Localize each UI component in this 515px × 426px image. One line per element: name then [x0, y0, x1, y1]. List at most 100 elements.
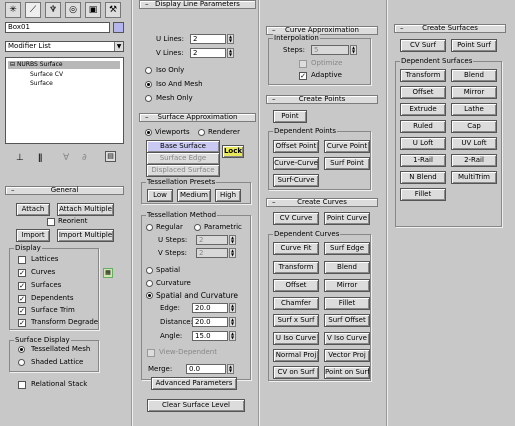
vector-proj-button[interactable]: Vector Proj [324, 349, 370, 362]
surf-edge-button[interactable]: Surf Edge [324, 242, 370, 255]
blend-curve-button[interactable]: Blend [324, 261, 370, 274]
lathe-button[interactable]: Lathe [451, 103, 497, 116]
cv-on-surf-button[interactable]: CV on Surf [273, 366, 319, 379]
attach-button[interactable]: Attach [16, 203, 50, 216]
angle-input[interactable]: 15.0 [192, 331, 228, 341]
viewports-radio[interactable] [145, 129, 152, 136]
u-lines-input[interactable]: 2 [190, 34, 226, 44]
remove-modifier-icon[interactable]: ∂ [82, 153, 87, 163]
configure-sets-icon[interactable]: ▤ [105, 151, 116, 162]
u-steps-input[interactable]: 2 [196, 235, 228, 245]
surface-approximation-header[interactable]: – Surface Approximation [139, 113, 256, 122]
2-rail-button[interactable]: 2-Rail [451, 154, 497, 167]
adaptive-checkbox[interactable]: ✓ [299, 72, 307, 80]
cap-button[interactable]: Cap [451, 120, 497, 133]
curvature-radio[interactable] [146, 280, 153, 287]
parametric-radio[interactable] [194, 224, 201, 231]
uv-loft-button[interactable]: UV Loft [451, 137, 497, 150]
transform-curve-button[interactable]: Transform [273, 261, 319, 274]
v-steps-input[interactable]: 2 [196, 248, 228, 258]
blend-surf-button[interactable]: Blend [451, 69, 497, 82]
n-blend-button[interactable]: N Blend [400, 171, 446, 184]
tessellated-mesh-radio[interactable] [18, 346, 25, 353]
curve-fit-button[interactable]: Curve Fit [273, 242, 319, 255]
preset-medium-button[interactable]: Medium [177, 189, 211, 202]
lattices-checkbox[interactable] [18, 256, 26, 264]
offset-curve-button[interactable]: Offset [273, 279, 319, 292]
offset-point-button[interactable]: Offset Point [273, 140, 319, 153]
curves-checkbox[interactable]: ✓ [18, 269, 26, 277]
reorient-checkbox[interactable] [47, 218, 55, 226]
curve-curve-button[interactable]: Curve-Curve [273, 157, 319, 170]
mesh-only-radio[interactable] [145, 95, 152, 102]
edge-spinner[interactable]: ▲ ▼ [229, 303, 236, 313]
display-line-params-header[interactable]: – Display Line Parameters [139, 0, 256, 9]
shaded-lattice-radio[interactable] [18, 359, 25, 366]
v-lines-spinner[interactable]: ▲ ▼ [227, 48, 234, 58]
display-tab-icon[interactable]: ▣ [85, 2, 101, 18]
surfaces-checkbox[interactable]: ✓ [18, 282, 26, 290]
transform-degrade-checkbox[interactable]: ✓ [18, 319, 26, 327]
dependents-checkbox[interactable]: ✓ [18, 295, 26, 303]
motion-tab-icon[interactable]: ◎ [65, 2, 81, 18]
stack-item-nurbs-surface[interactable]: ⊟ NURBS Surface [8, 61, 120, 69]
create-points-header[interactable]: – Create Points [266, 95, 378, 104]
create-surfaces-header[interactable]: – Create Surfaces [394, 24, 506, 33]
point-on-surf-button[interactable]: Point on Surf [324, 366, 370, 379]
hierarchy-tab-icon[interactable]: ♆ [45, 2, 61, 18]
create-curves-header[interactable]: – Create Curves [266, 198, 378, 207]
normal-proj-button[interactable]: Normal Proj [273, 349, 319, 362]
advanced-parameters-button[interactable]: Advanced Parameters [151, 377, 237, 390]
angle-spinner[interactable]: ▲ ▼ [229, 331, 236, 341]
general-rollout-header[interactable]: – General [5, 186, 124, 195]
v-lines-input[interactable]: 2 [190, 48, 226, 58]
object-name-field[interactable]: Box01 [5, 22, 110, 33]
ruled-button[interactable]: Ruled [400, 120, 446, 133]
v-iso-curve-button[interactable]: V Iso Curve [324, 332, 370, 345]
displaced-surface-button[interactable]: Displaced Surface [146, 164, 220, 177]
preset-high-button[interactable]: High [215, 189, 241, 202]
cv-surf-button[interactable]: CV Surf [400, 39, 446, 52]
spatial-radio[interactable] [146, 267, 153, 274]
merge-input[interactable]: 0.0 [186, 364, 226, 374]
lock-button[interactable]: Lock [222, 145, 244, 158]
curve-point-button[interactable]: Curve Point [324, 140, 370, 153]
cv-curve-button[interactable]: CV Curve [273, 212, 319, 225]
extrude-button[interactable]: Extrude [400, 103, 446, 116]
1-rail-button[interactable]: 1-Rail [400, 154, 446, 167]
steps-input[interactable]: 5 [311, 45, 349, 55]
mirror-curve-button[interactable]: Mirror [324, 279, 370, 292]
chevron-down-icon[interactable]: ▼ [114, 42, 123, 51]
surface-trim-checkbox[interactable]: ✓ [18, 307, 26, 315]
show-end-result-icon[interactable]: ǁ [38, 153, 42, 163]
offset-surf-button[interactable]: Offset [400, 86, 446, 99]
merge-spinner[interactable]: ▲ ▼ [227, 364, 234, 374]
point-curve-button[interactable]: Point Curve [324, 212, 370, 225]
spatial-and-curvature-radio[interactable] [146, 292, 153, 299]
stack-item-surface[interactable]: Surface [30, 80, 53, 88]
surf-offset-button[interactable]: Surf Offset [324, 314, 370, 327]
distance-spinner[interactable]: ▲ ▼ [229, 317, 236, 327]
renderer-radio[interactable] [198, 129, 205, 136]
regular-radio[interactable] [146, 224, 153, 231]
v-steps-spinner[interactable]: ▲ ▼ [229, 248, 236, 258]
distance-input[interactable]: 20.0 [192, 317, 228, 327]
make-unique-icon[interactable]: ∀ [63, 153, 69, 163]
fillet-surf-button[interactable]: Fillet [400, 188, 446, 201]
surf-x-surf-button[interactable]: Surf x Surf [273, 314, 319, 327]
point-surf-button[interactable]: Point Surf [451, 39, 497, 52]
u-lines-spinner[interactable]: ▲ ▼ [227, 34, 234, 44]
steps-spinner[interactable]: ▲ ▼ [350, 45, 357, 55]
utilities-tab-icon[interactable]: ⚒ [105, 2, 121, 18]
nurbs-creation-toolbox-icon[interactable]: ▦ [103, 268, 113, 278]
chamfer-button[interactable]: Chamfer [273, 297, 319, 310]
clear-surface-level-button[interactable]: Clear Surface Level [147, 399, 245, 412]
import-button[interactable]: Import [16, 229, 50, 242]
attach-multiple-button[interactable]: Attach Multiple [57, 203, 114, 216]
pin-stack-icon[interactable]: ⊥ [16, 153, 24, 163]
stack-item-surface-cv[interactable]: Surface CV [30, 71, 63, 79]
edge-input[interactable]: 20.0 [192, 303, 228, 313]
optimize-checkbox[interactable] [299, 60, 307, 68]
fillet-curve-button[interactable]: Fillet [324, 297, 370, 310]
modify-tab-icon[interactable]: ⟋ [25, 2, 41, 18]
